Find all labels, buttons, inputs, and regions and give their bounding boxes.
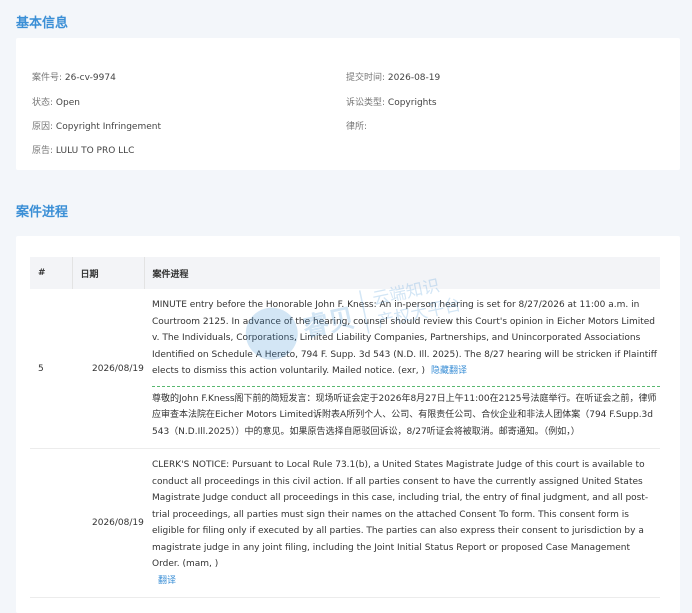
- case-number-label: 案件号:: [32, 73, 63, 83]
- progress-table: # 日期 案件进程 5 2026/08/19 MINUTE entry befo…: [30, 257, 660, 598]
- basic-info-title: 基本信息: [16, 16, 69, 31]
- suit-type-field: 诉讼类型: Copyrights: [346, 95, 437, 108]
- status-label: 状态:: [32, 98, 54, 108]
- col-progress: 案件进程: [143, 257, 660, 289]
- suit-type-label: 诉讼类型:: [346, 98, 386, 108]
- cause-label: 原因:: [32, 122, 54, 132]
- col-number: #: [30, 257, 72, 289]
- table-row: 2026/08/19 CLERK'S NOTICE: Pursuant to L…: [30, 449, 660, 598]
- translation-text: 尊敬的John F.Kness阁下前的简短发言：现场听证会定于2026年8月27…: [152, 385, 660, 441]
- translate-link[interactable]: 翻译: [158, 576, 176, 586]
- col-date: 日期: [71, 257, 144, 289]
- law-firm-field: 律所:: [346, 119, 367, 132]
- progress-entry: MINUTE entry before the Honorable John F…: [152, 297, 660, 380]
- hide-translation-link[interactable]: 隐藏翻译: [431, 366, 467, 376]
- status-value: Open: [55, 98, 80, 108]
- row-number: 5: [38, 363, 44, 374]
- case-number-field: 案件号: 26-cv-9974: [32, 70, 116, 83]
- status-field: 状态: Open: [32, 95, 80, 108]
- progress-entry: CLERK'S NOTICE: Pursuant to Local Rule 7…: [152, 457, 660, 573]
- case-number-value: 26-cv-9974: [64, 73, 116, 83]
- cause-value: Copyright Infringement: [55, 122, 161, 132]
- table-row: 5 2026/08/19 MINUTE entry before the Hon…: [30, 289, 660, 449]
- plaintiff-field: 原告: LULU TO PRO LLC: [32, 143, 134, 156]
- translate-action-row: 翻译: [152, 573, 660, 590]
- row-number: [30, 449, 72, 598]
- progress-title: 案件进程: [16, 205, 69, 220]
- row-date: 2026/08/19: [92, 518, 144, 528]
- progress-text: CLERK'S NOTICE: Pursuant to Local Rule 7…: [152, 460, 649, 569]
- plaintiff-value: LULU TO PRO LLC: [55, 146, 135, 156]
- row-date: 2026/08/19: [92, 363, 144, 374]
- cause-field: 原因: Copyright Infringement: [32, 119, 161, 132]
- progress-text: MINUTE entry before the Honorable John F…: [152, 300, 657, 376]
- submit-time-value: 2026-08-19: [387, 73, 441, 83]
- suit-type-value: Copyrights: [387, 98, 437, 108]
- law-firm-label: 律所:: [346, 122, 368, 132]
- plaintiff-label: 原告:: [32, 146, 54, 156]
- basic-info-card: 案件号: 26-cv-9974 状态: Open 原因: Copyright I…: [16, 38, 680, 170]
- submit-time-field: 提交时间: 2026-08-19: [346, 70, 440, 83]
- progress-table-header: # 日期 案件进程: [30, 257, 660, 289]
- submit-time-label: 提交时间:: [346, 73, 386, 83]
